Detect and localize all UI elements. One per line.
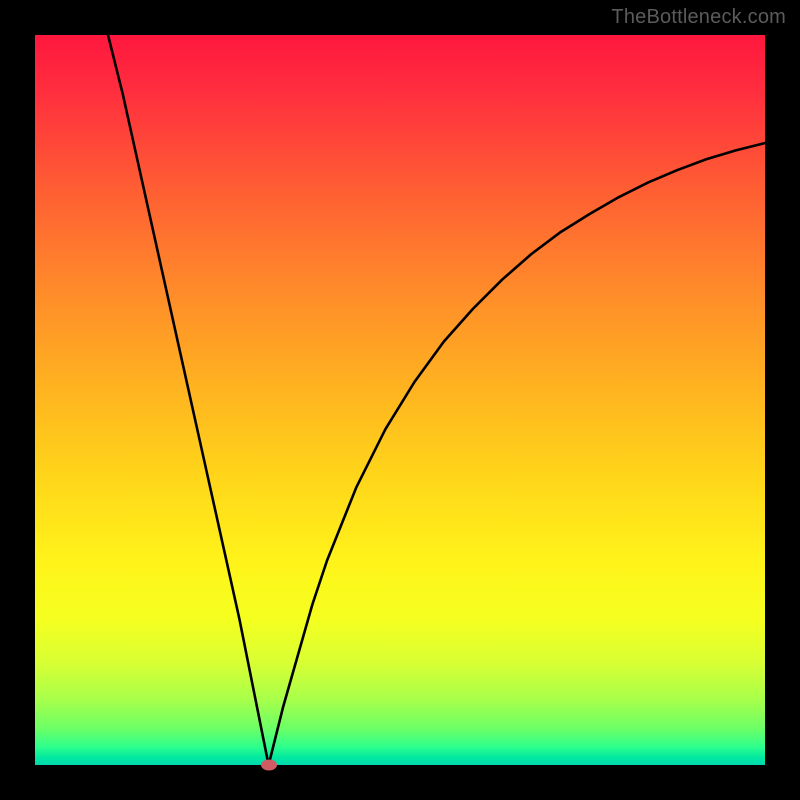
bottleneck-curve <box>35 35 765 765</box>
plot-area <box>35 35 765 765</box>
chart-frame: TheBottleneck.com <box>0 0 800 800</box>
watermark-text: TheBottleneck.com <box>611 6 786 29</box>
minimum-marker <box>261 760 277 771</box>
